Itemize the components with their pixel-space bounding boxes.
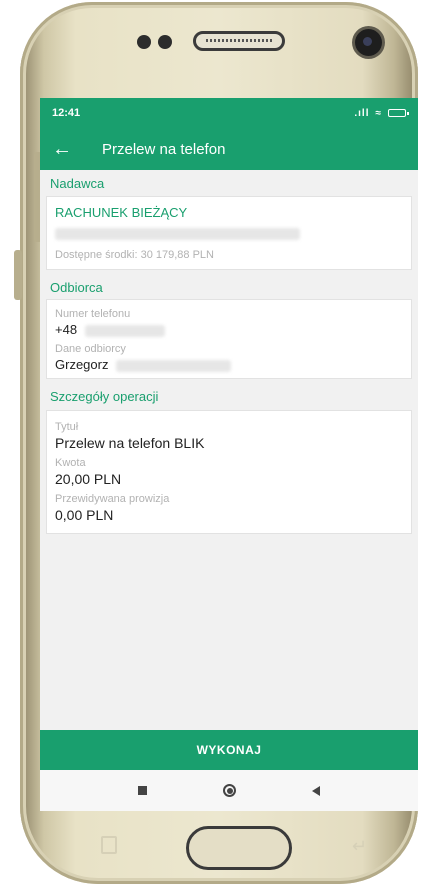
app-bar: ← Przelew na telefon xyxy=(40,128,418,170)
battery-icon xyxy=(388,109,409,117)
account-number-redacted xyxy=(55,227,300,240)
volume-button-lower xyxy=(14,250,22,300)
front-camera-icon xyxy=(355,29,382,56)
available-funds: Dostępne środki: 30 179,88 PLN xyxy=(55,249,214,261)
sender-account-card[interactable]: RACHUNEK BIEŻĄCY Dostępne środki: 30 179… xyxy=(46,196,412,270)
recipient-name-value: Grzegorz xyxy=(55,357,109,372)
hardware-recent-icon[interactable] xyxy=(101,836,117,854)
android-nav-bar xyxy=(40,770,418,811)
sensor-dot xyxy=(137,35,151,49)
back-arrow-icon[interactable]: ← xyxy=(52,138,92,161)
fee-label: Przewidywana prowizja xyxy=(55,493,170,505)
recipient-card: Numer telefonu +48 Dane odbiorcy Grzegor… xyxy=(46,299,412,379)
amount-value[interactable]: 20,00 PLN xyxy=(55,471,403,487)
hardware-home-button[interactable] xyxy=(186,826,292,870)
transfer-title-value[interactable]: Przelew na telefon BLIK xyxy=(55,435,403,451)
phone-number-value: +48 xyxy=(55,322,78,337)
hardware-back-icon[interactable]: ↵ xyxy=(352,836,367,857)
execute-button[interactable]: WYKONAJ xyxy=(40,730,418,770)
phone-number-field[interactable]: +48 xyxy=(55,322,403,337)
sender-account-name: RACHUNEK BIEŻĄCY xyxy=(55,205,188,220)
recipient-section-title: Odbiorca xyxy=(50,280,103,295)
nav-back-icon[interactable] xyxy=(312,785,320,796)
amount-label: Kwota xyxy=(55,457,86,469)
home-icon[interactable] xyxy=(223,784,236,797)
phone-number-label: Numer telefonu xyxy=(55,308,131,320)
page-title: Przelew na telefon xyxy=(102,140,226,158)
recent-apps-icon[interactable] xyxy=(138,786,147,795)
details-section-title: Szczegóły operacji xyxy=(50,389,159,404)
wifi-icon: ≈ xyxy=(375,107,382,119)
phone-screen: 12:41 .ıll ≈ ← Przelew na telefon Nadawc… xyxy=(40,98,418,811)
phone-number-redacted xyxy=(84,324,165,337)
recipient-name-label: Dane odbiorcy xyxy=(55,343,126,355)
earpiece-speaker xyxy=(193,31,285,51)
status-bar: 12:41 .ıll ≈ xyxy=(40,98,418,128)
sender-section-title: Nadawca xyxy=(50,176,105,191)
recipient-name-redacted xyxy=(116,359,232,372)
transfer-title-label: Tytuł xyxy=(55,421,79,433)
signal-icon: .ıll xyxy=(354,107,370,119)
fee-value: 0,00 PLN xyxy=(55,507,114,523)
recipient-name-field[interactable]: Grzegorz xyxy=(55,357,403,372)
details-card: Tytuł Przelew na telefon BLIK Kwota 20,0… xyxy=(46,410,412,534)
status-time: 12:41 xyxy=(52,107,81,119)
sensor-dot xyxy=(158,35,172,49)
